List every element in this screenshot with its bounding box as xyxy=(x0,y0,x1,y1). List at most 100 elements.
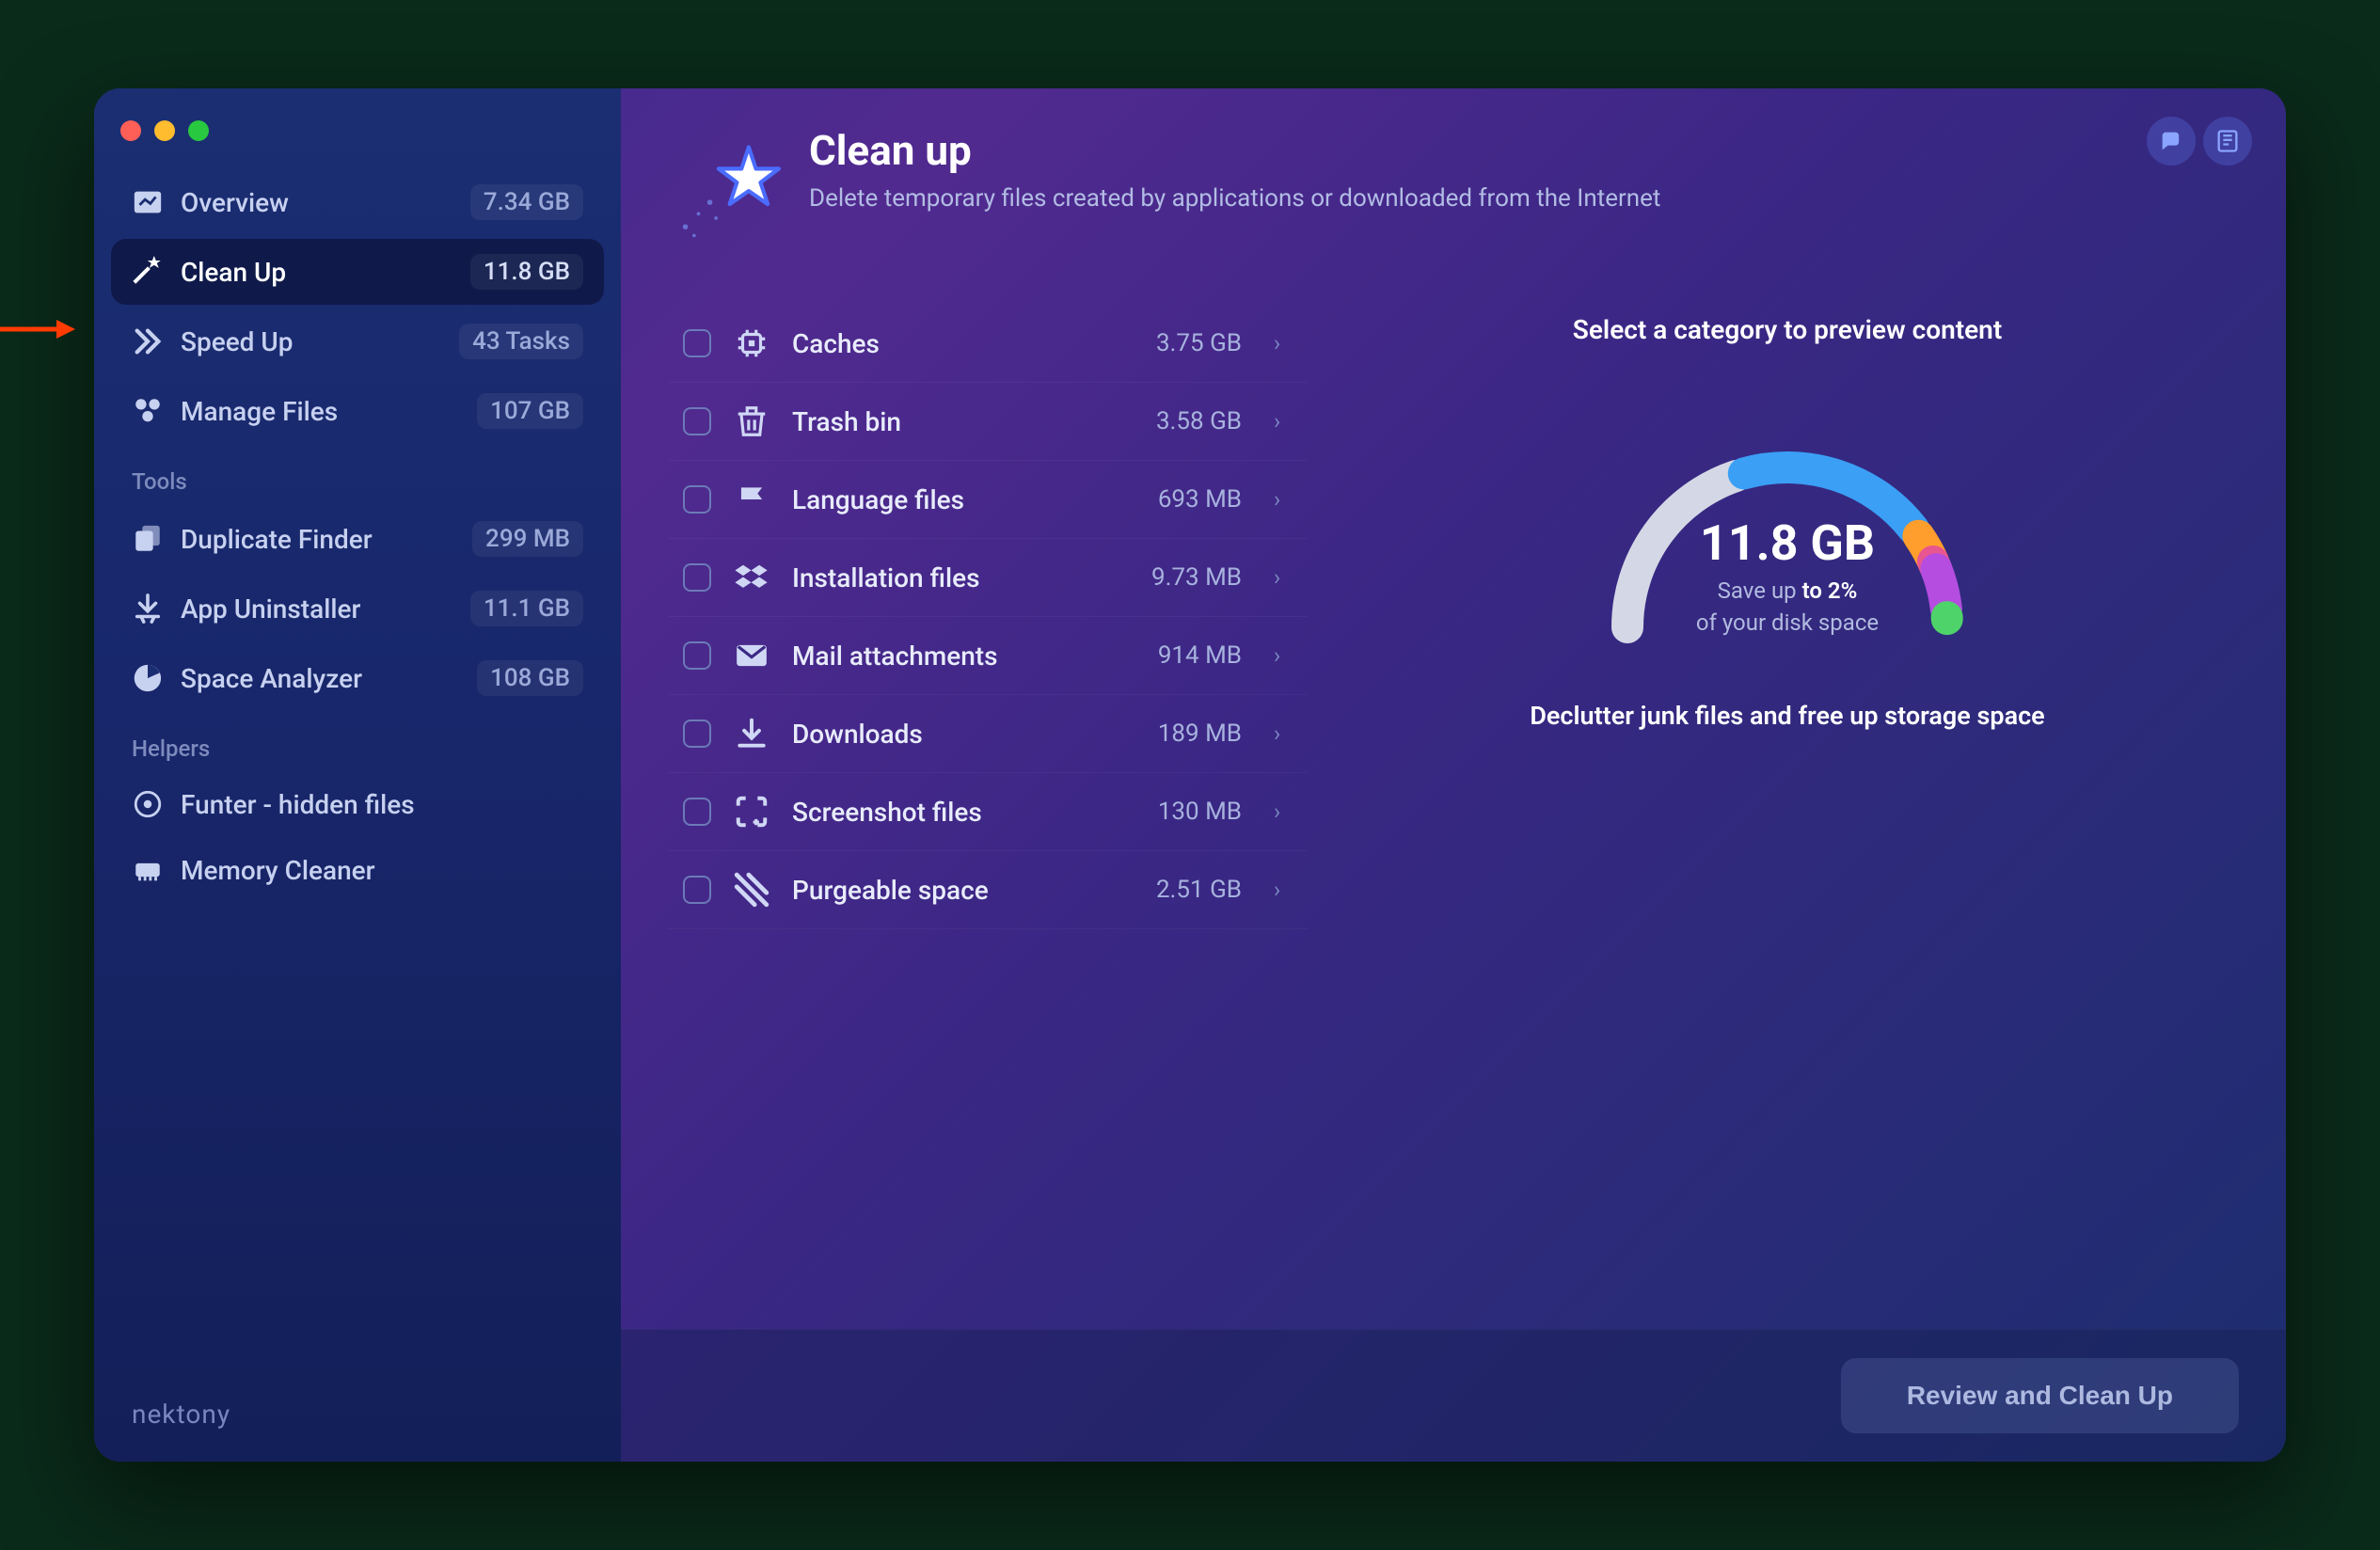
category-checkbox[interactable] xyxy=(683,329,711,357)
category-name: Downloads xyxy=(792,719,1135,750)
chevron-right-icon: › xyxy=(1274,330,1293,356)
sidebar-item-label: App Uninstaller xyxy=(181,593,453,625)
sidebar-item-clean-up[interactable]: Clean Up 11.8 GB xyxy=(111,239,604,305)
category-checkbox[interactable] xyxy=(683,485,711,514)
bottom-bar: Review and Clean Up xyxy=(621,1329,2286,1462)
managefiles-icon xyxy=(132,395,164,427)
category-row-screenshot-files[interactable]: Screenshot files 130 MB › xyxy=(668,773,1308,851)
top-actions xyxy=(2147,117,2252,166)
memory-icon xyxy=(132,854,164,886)
category-name: Trash bin xyxy=(792,406,1134,437)
helpers-section-label: Helpers xyxy=(111,715,604,773)
category-checkbox[interactable] xyxy=(683,720,711,748)
overview-icon xyxy=(132,186,164,218)
flag-icon xyxy=(734,482,770,517)
cleanup-icon xyxy=(132,256,164,288)
category-name: Caches xyxy=(792,328,1134,359)
category-checkbox[interactable] xyxy=(683,563,711,592)
sidebar-item-funter-hidden-files[interactable]: Funter - hidden files xyxy=(111,773,604,835)
window-controls xyxy=(111,111,604,169)
category-name: Language files xyxy=(792,484,1135,515)
category-list: Caches 3.75 GB › Trash bin 3.58 GB › Lan… xyxy=(668,305,1308,1329)
sidebar-item-value: 11.8 GB xyxy=(470,254,583,290)
gauge-saveup: Save up to 2% xyxy=(1571,577,2004,604)
main-panel: Clean up Delete temporary files created … xyxy=(621,88,2286,1462)
page-subtitle: Delete temporary files created by applic… xyxy=(809,184,1660,213)
sidebar-item-label: Memory Cleaner xyxy=(181,855,583,886)
screenshot-icon xyxy=(734,794,770,830)
sidebar: Overview 7.34 GB Clean Up 11.8 GB Speed … xyxy=(94,88,621,1462)
category-row-caches[interactable]: Caches 3.75 GB › xyxy=(668,305,1308,383)
category-row-mail-attachments[interactable]: Mail attachments 914 MB › xyxy=(668,617,1308,695)
page-header: Clean up Delete temporary files created … xyxy=(621,88,2286,286)
category-row-trash-bin[interactable]: Trash bin 3.58 GB › xyxy=(668,383,1308,461)
category-checkbox[interactable] xyxy=(683,407,711,435)
category-size: 3.75 GB xyxy=(1156,329,1242,357)
category-name: Screenshot files xyxy=(792,797,1135,828)
speedup-icon xyxy=(132,325,164,357)
chevron-right-icon: › xyxy=(1274,799,1293,825)
sidebar-item-value: 107 GB xyxy=(477,393,583,429)
preview-panel: Select a category to preview content 11.… xyxy=(1336,305,2239,1329)
page-title: Clean up xyxy=(809,126,1660,175)
sidebar-item-speed-up[interactable]: Speed Up 43 Tasks xyxy=(111,308,604,374)
category-size: 2.51 GB xyxy=(1156,876,1242,904)
sidebar-item-space-analyzer[interactable]: Space Analyzer 108 GB xyxy=(111,645,604,711)
category-name: Purgeable space xyxy=(792,875,1134,906)
trash-icon xyxy=(734,403,770,439)
sidebar-item-memory-cleaner[interactable]: Memory Cleaner xyxy=(111,839,604,901)
gauge-diskspace: of your disk space xyxy=(1571,609,2004,636)
sidebar-item-label: Space Analyzer xyxy=(181,663,460,694)
sidebar-item-app-uninstaller[interactable]: App Uninstaller 11.1 GB xyxy=(111,576,604,641)
category-size: 130 MB xyxy=(1158,798,1242,826)
category-row-language-files[interactable]: Language files 693 MB › xyxy=(668,461,1308,539)
category-checkbox[interactable] xyxy=(683,876,711,904)
mail-icon xyxy=(734,638,770,673)
category-row-downloads[interactable]: Downloads 189 MB › xyxy=(668,695,1308,773)
chevron-right-icon: › xyxy=(1274,408,1293,435)
chevron-right-icon: › xyxy=(1274,564,1293,591)
close-icon[interactable] xyxy=(120,120,141,141)
sidebar-item-overview[interactable]: Overview 7.34 GB xyxy=(111,169,604,235)
chevron-right-icon: › xyxy=(1274,720,1293,747)
duplicate-icon xyxy=(132,523,164,555)
brand-label: nektony xyxy=(111,1385,604,1443)
sidebar-item-label: Overview xyxy=(181,187,453,218)
purgeable-icon xyxy=(734,872,770,908)
sidebar-item-label: Manage Files xyxy=(181,396,460,427)
pointer-arrow xyxy=(0,315,75,343)
star-icon xyxy=(658,126,790,258)
sidebar-item-value: 11.1 GB xyxy=(470,591,583,626)
feedback-button[interactable] xyxy=(2147,117,2196,166)
category-row-purgeable-space[interactable]: Purgeable space 2.51 GB › xyxy=(668,851,1308,929)
app-window: Overview 7.34 GB Clean Up 11.8 GB Speed … xyxy=(94,88,2286,1462)
maximize-icon[interactable] xyxy=(188,120,209,141)
sidebar-item-duplicate-finder[interactable]: Duplicate Finder 299 MB xyxy=(111,506,604,572)
sidebar-item-value: 299 MB xyxy=(472,521,583,557)
chevron-right-icon: › xyxy=(1274,642,1293,669)
category-size: 693 MB xyxy=(1158,485,1242,514)
funter-icon xyxy=(132,788,164,820)
category-row-installation-files[interactable]: Installation files 9.73 MB › xyxy=(668,539,1308,617)
preview-subtitle: Declutter junk files and free up storage… xyxy=(1530,701,2044,731)
chip-icon xyxy=(734,325,770,361)
category-name: Installation files xyxy=(792,562,1129,593)
review-cleanup-button[interactable]: Review and Clean Up xyxy=(1841,1358,2239,1433)
download-icon xyxy=(734,716,770,751)
chevron-right-icon: › xyxy=(1274,877,1293,903)
tools-section-label: Tools xyxy=(111,448,604,506)
sidebar-item-value: 43 Tasks xyxy=(459,324,583,359)
category-checkbox[interactable] xyxy=(683,641,711,670)
category-size: 914 MB xyxy=(1158,641,1242,670)
minimize-icon[interactable] xyxy=(154,120,175,141)
preview-prompt: Select a category to preview content xyxy=(1573,314,2002,345)
uninstaller-icon xyxy=(132,593,164,625)
category-checkbox[interactable] xyxy=(683,798,711,826)
sidebar-item-value: 7.34 GB xyxy=(470,184,583,220)
sidebar-item-label: Funter - hidden files xyxy=(181,789,583,820)
gauge-chart: 11.8 GB Save up to 2% of your disk space xyxy=(1571,411,2004,656)
news-button[interactable] xyxy=(2203,117,2252,166)
sidebar-item-manage-files[interactable]: Manage Files 107 GB xyxy=(111,378,604,444)
dropbox-icon xyxy=(734,560,770,595)
category-name: Mail attachments xyxy=(792,641,1135,672)
